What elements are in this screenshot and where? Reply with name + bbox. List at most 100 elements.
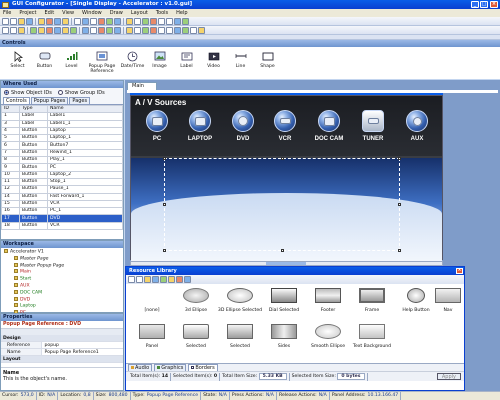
menu-layout[interactable]: Layout: [131, 9, 148, 17]
underline-icon[interactable]: [18, 26, 25, 34]
same-width-icon[interactable]: [82, 26, 89, 34]
resize-handle-nw[interactable]: [163, 157, 166, 160]
grid-icon[interactable]: [114, 17, 121, 25]
tab-main[interactable]: Main: [127, 82, 157, 90]
image-tool-icon[interactable]: [198, 26, 205, 34]
col-id[interactable]: ID: [1, 104, 20, 114]
pc-button[interactable]: PC: [137, 110, 177, 142]
control-shape[interactable]: Shape: [254, 47, 281, 79]
menu-project[interactable]: Project: [19, 9, 36, 17]
property-name[interactable]: Name Popup Page Reference1: [1, 349, 123, 356]
bold-icon[interactable]: [2, 26, 9, 34]
italic-icon[interactable]: [10, 26, 17, 34]
align-left-icon[interactable]: [30, 26, 37, 34]
rl-new-icon[interactable]: [128, 276, 135, 283]
tab-controls[interactable]: Controls: [3, 97, 30, 104]
table-row[interactable]: 18 Button VCR: [1, 221, 123, 231]
save-icon[interactable]: [18, 17, 25, 25]
rl-import-icon[interactable]: [144, 276, 151, 283]
same-height-icon[interactable]: [90, 26, 97, 34]
rl-open-icon[interactable]: [136, 276, 143, 283]
close-icon[interactable]: ×: [456, 268, 463, 274]
control-button[interactable]: Button: [31, 47, 58, 79]
space-h-icon[interactable]: [106, 26, 113, 34]
close-button[interactable]: ×: [490, 1, 498, 8]
resize-handle-sw[interactable]: [163, 249, 166, 252]
border-icon[interactable]: [182, 26, 189, 34]
table-row[interactable]: 12 Button Pause_1: [1, 185, 123, 194]
maximize-button[interactable]: □: [480, 1, 488, 8]
menu-help[interactable]: Help: [176, 9, 187, 17]
vcr-button[interactable]: VCR: [265, 110, 305, 142]
redo-icon[interactable]: [82, 17, 89, 25]
resize-handle-ne[interactable]: [398, 157, 401, 160]
rl-delete-icon[interactable]: [152, 276, 159, 283]
print-icon[interactable]: [90, 17, 97, 25]
tab-popup-pages[interactable]: Popup Pages: [30, 97, 69, 104]
section-layout[interactable]: Layout: [1, 356, 123, 363]
send-icon[interactable]: [126, 17, 133, 25]
menu-draw[interactable]: Draw: [110, 9, 123, 17]
upload-icon[interactable]: [166, 17, 173, 25]
copy-icon[interactable]: [46, 17, 53, 25]
delete-icon[interactable]: [62, 17, 69, 25]
menu-window[interactable]: Window: [82, 9, 102, 17]
aux-button[interactable]: AUX: [397, 110, 437, 142]
av-sources-panel[interactable]: A / V Sources PC LAPTOP DVD VCR DOC CAM …: [131, 96, 442, 158]
resize-handle-e[interactable]: [398, 203, 401, 206]
zoom-icon[interactable]: [106, 17, 113, 25]
dvd-button[interactable]: DVD: [223, 110, 263, 142]
cut-icon[interactable]: [38, 17, 45, 25]
tree-item[interactable]: Start: [4, 276, 123, 283]
control-label[interactable]: Label: [173, 47, 200, 79]
preview-icon[interactable]: [134, 17, 141, 25]
tab-pages[interactable]: Pages: [69, 97, 91, 104]
control-video[interactable]: Video: [200, 47, 227, 79]
resize-handle-s[interactable]: [281, 249, 284, 252]
table-row[interactable]: 11 Button Stop_1: [1, 177, 123, 187]
popup-page-reference-selection[interactable]: [163, 157, 401, 252]
group-icon[interactable]: [142, 26, 149, 34]
laptop-button[interactable]: LAPTOP: [180, 110, 220, 142]
table-row[interactable]: 9 Button PC: [1, 163, 123, 172]
tuner-button[interactable]: TUNER: [353, 110, 393, 142]
align-middle-icon[interactable]: [62, 26, 69, 34]
align-center-icon[interactable]: [38, 26, 45, 34]
tree-item[interactable]: DOC CAM: [4, 289, 123, 297]
table-row[interactable]: 7 Button Rewind_1: [1, 148, 123, 158]
same-size-icon[interactable]: [98, 26, 105, 34]
minimize-button[interactable]: _: [471, 1, 479, 8]
properties-object-select[interactable]: Popup Page Reference : DVD: [1, 321, 123, 329]
tree-item[interactable]: AUX: [4, 282, 123, 290]
rl-thumbs-icon[interactable]: [184, 276, 191, 283]
menu-file[interactable]: File: [3, 9, 11, 17]
align-right-icon[interactable]: [46, 26, 53, 34]
color-icon[interactable]: [166, 26, 173, 34]
tree-item[interactable]: Main: [4, 269, 123, 276]
col-name[interactable]: Name: [47, 104, 123, 114]
align-top-icon[interactable]: [54, 26, 61, 34]
table-row[interactable]: 1 Label Label1: [1, 112, 123, 121]
tab-graphics[interactable]: Graphics: [154, 364, 187, 371]
paste-icon[interactable]: [54, 17, 61, 25]
table-row[interactable]: 16 Button PC_1: [1, 207, 123, 216]
table-row[interactable]: 8 Button Play_1: [1, 156, 123, 165]
menu-edit[interactable]: Edit: [44, 9, 54, 17]
save-all-icon[interactable]: [26, 17, 33, 25]
control-select[interactable]: Select: [4, 47, 31, 79]
scroll-thumb[interactable]: [266, 262, 306, 265]
table-row[interactable]: 6 Button Button7: [1, 141, 123, 150]
help-icon[interactable]: [150, 17, 157, 25]
resize-handle-se[interactable]: [398, 249, 401, 252]
resize-handle-w[interactable]: [163, 203, 166, 206]
open-icon[interactable]: [10, 17, 17, 25]
table-row[interactable]: 3 Label Label1_1: [1, 119, 123, 128]
undo-icon[interactable]: [74, 17, 81, 25]
settings-icon[interactable]: [142, 17, 149, 25]
resource-item-text-background[interactable]: Text Background: [346, 324, 398, 349]
tree-item[interactable]: DVD: [4, 296, 123, 304]
doc-cam-button[interactable]: DOC CAM: [309, 110, 349, 142]
download-icon[interactable]: [174, 17, 181, 25]
connect-icon[interactable]: [158, 17, 165, 25]
control-line[interactable]: Line: [227, 47, 254, 79]
